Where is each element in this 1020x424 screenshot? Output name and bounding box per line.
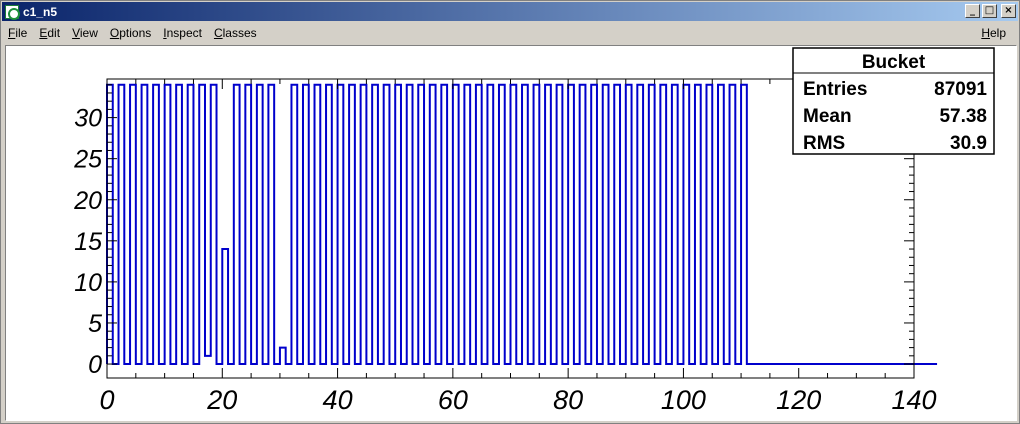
menu-inspect[interactable]: Inspect: [157, 26, 208, 40]
menu-view[interactable]: View: [66, 26, 104, 40]
x-tick-label: 120: [776, 385, 821, 415]
menu-bar: File Edit View Options Inspect Classes H…: [2, 23, 1018, 43]
root-app-icon: [5, 4, 20, 20]
plot-canvas[interactable]: 0 20 40 60 80 100 120 140 0 5 10 15 20 25 30 Bucket Entr…: [5, 45, 1017, 421]
y-tick-label: 0: [88, 351, 102, 379]
menu-help[interactable]: Help: [975, 26, 1012, 40]
histogram-plot: 0 20 40 60 80 100 120 140 0 5 10 15 20 25 30 Bucket Entr…: [73, 47, 995, 415]
stats-title: Bucket: [862, 52, 926, 73]
stats-value: 87091: [934, 79, 987, 100]
x-tick-label: 100: [661, 385, 706, 415]
x-tick-label: 140: [891, 385, 936, 415]
stats-label: Mean: [803, 106, 852, 127]
root-window: c1_n5 _ □ × File Edit View Options Inspe…: [0, 0, 1020, 424]
minimize-button[interactable]: _: [965, 4, 980, 18]
y-tick-label: 25: [73, 146, 102, 174]
y-tick-label: 5: [88, 310, 102, 338]
stats-value: 57.38: [939, 106, 987, 127]
x-tick-label: 40: [323, 385, 353, 415]
x-tick-label: 80: [553, 385, 583, 415]
menu-options[interactable]: Options: [104, 26, 157, 40]
title-bar[interactable]: c1_n5 _ □ ×: [2, 2, 1018, 21]
x-tick-label: 0: [99, 385, 114, 415]
y-tick-label: 10: [74, 269, 102, 297]
window-controls: _ □ ×: [965, 4, 1016, 18]
y-tick-label: 15: [74, 228, 102, 256]
window-title: c1_n5: [23, 4, 58, 19]
stats-value: 30.9: [950, 133, 987, 154]
menu-classes[interactable]: Classes: [208, 26, 263, 40]
menu-file[interactable]: File: [2, 26, 33, 40]
x-tick-label: 60: [438, 385, 468, 415]
close-button[interactable]: ×: [1001, 4, 1016, 18]
x-tick-label: 20: [206, 385, 237, 415]
maximize-button[interactable]: □: [982, 4, 997, 18]
stats-label: Entries: [803, 79, 867, 100]
stats-label: RMS: [803, 133, 845, 154]
menu-edit[interactable]: Edit: [33, 26, 66, 40]
y-tick-label: 30: [74, 105, 102, 133]
y-tick-label: 20: [73, 187, 102, 215]
